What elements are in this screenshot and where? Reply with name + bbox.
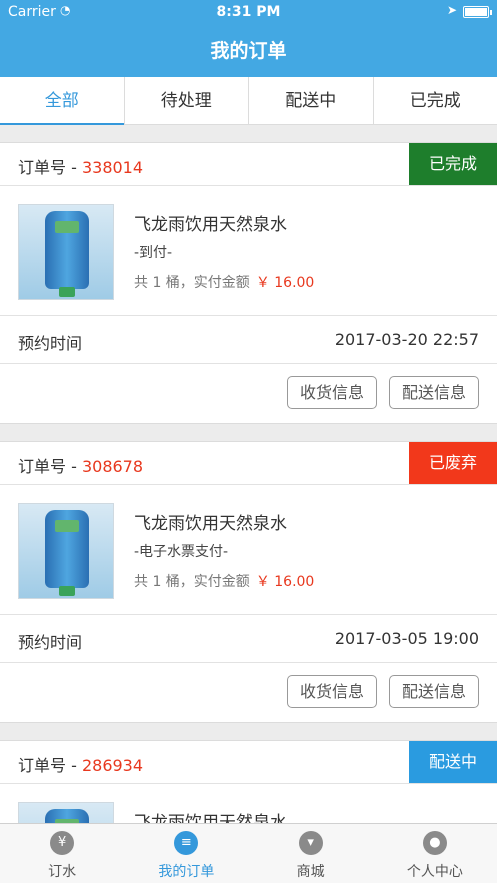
order-card: 订单号 - 338014 已完成 飞龙雨饮用天然泉水 -到付- 共 1 桶，实付… <box>0 142 497 424</box>
order-header: 订单号 - 308678 已废弃 <box>0 442 497 485</box>
tabbar-label: 订水 <box>48 864 77 880</box>
water-bottle-icon <box>45 211 89 297</box>
order-number: 338014 <box>81 158 144 177</box>
tab-completed[interactable]: 已完成 <box>374 77 497 124</box>
delivery-info-button[interactable]: 配送信息 <box>388 376 479 409</box>
order-header: 订单号 - 286934 配送中 <box>0 741 497 784</box>
receive-info-button[interactable]: 收货信息 <box>286 675 377 708</box>
tab-delivering[interactable]: 配送中 <box>249 77 374 124</box>
order-card: 订单号 - 286934 配送中 飞龙雨饮用天然泉水 <box>0 740 497 823</box>
appointment-row: 预约时间 2017-03-05 19:00 <box>0 615 497 663</box>
water-bottle-icon <box>45 809 89 823</box>
tab-all[interactable]: 全部 <box>0 77 125 125</box>
order-actions: 收货信息 配送信息 <box>0 663 497 722</box>
order-number-label: 订单号 - 286934 <box>18 756 144 775</box>
app-header: Carrier ◔ 8:31 PM ➤ 我的订单 <box>0 0 497 77</box>
order-price: ￥ 16.00 <box>255 275 315 291</box>
bottom-tab-bar: ¥ 订水 ≡ 我的订单 ▾ 商城 ● 个人中心 <box>0 823 497 883</box>
tabbar-my-orders[interactable]: ≡ 我的订单 <box>124 824 248 883</box>
order-header: 订单号 - 338014 已完成 <box>0 143 497 186</box>
tab-pending[interactable]: 待处理 <box>125 77 249 124</box>
yen-icon: ¥ <box>50 831 75 855</box>
payment-method: -电子水票支付- <box>134 544 229 560</box>
product-row[interactable]: 飞龙雨饮用天然泉水 -到付- 共 1 桶，实付金额 ￥ 16.00 <box>0 186 497 316</box>
order-summary: 共 1 桶，实付金额 ￥ 16.00 <box>134 574 315 590</box>
product-row[interactable]: 飞龙雨饮用天然泉水 <box>0 784 497 823</box>
user-icon: ● <box>422 831 447 855</box>
product-row[interactable]: 飞龙雨饮用天然泉水 -电子水票支付- 共 1 桶，实付金额 ￥ 16.00 <box>0 485 497 615</box>
order-card: 订单号 - 308678 已废弃 飞龙雨饮用天然泉水 -电子水票支付- 共 1 … <box>0 441 497 723</box>
product-name: 飞龙雨饮用天然泉水 <box>134 215 287 235</box>
appointment-time: 2017-03-20 22:57 <box>334 330 479 349</box>
status-bar: Carrier ◔ 8:31 PM ➤ <box>0 0 497 24</box>
product-name: 飞龙雨饮用天然泉水 <box>134 813 287 823</box>
order-number-label: 订单号 - 338014 <box>18 158 144 177</box>
order-tabs: 全部 待处理 配送中 已完成 <box>0 77 497 125</box>
appointment-label: 预约时间 <box>18 334 83 353</box>
delivery-info-button[interactable]: 配送信息 <box>388 675 479 708</box>
cart-icon: ▾ <box>298 831 323 855</box>
status-badge: 已完成 <box>409 143 497 185</box>
battery-icon <box>463 6 492 18</box>
order-actions: 收货信息 配送信息 <box>0 364 497 423</box>
order-price: ￥ 16.00 <box>255 574 315 590</box>
water-bottle-icon <box>45 510 89 596</box>
tabbar-order-water[interactable]: ¥ 订水 <box>0 824 124 883</box>
page-title: 我的订单 <box>210 40 287 62</box>
order-list-icon: ≡ <box>174 831 199 855</box>
appointment-time: 2017-03-05 19:00 <box>334 629 479 648</box>
status-time: 8:31 PM <box>216 4 281 20</box>
order-number: 286934 <box>81 756 144 775</box>
tabbar-mall[interactable]: ▾ 商城 <box>249 824 373 883</box>
status-badge: 配送中 <box>409 741 497 783</box>
order-number-label: 订单号 - 308678 <box>18 457 144 476</box>
location-icon: ➤ <box>446 3 457 17</box>
tabbar-profile[interactable]: ● 个人中心 <box>373 824 497 883</box>
product-image <box>18 503 114 599</box>
order-list[interactable]: 订单号 - 338014 已完成 飞龙雨饮用天然泉水 -到付- 共 1 桶，实付… <box>0 125 497 823</box>
product-image <box>18 204 114 300</box>
appointment-row: 预约时间 2017-03-20 22:57 <box>0 316 497 364</box>
tabbar-label: 我的订单 <box>158 864 215 880</box>
status-badge: 已废弃 <box>409 442 497 484</box>
appointment-label: 预约时间 <box>18 633 83 652</box>
product-image <box>18 802 114 823</box>
product-name: 飞龙雨饮用天然泉水 <box>134 514 287 534</box>
order-summary: 共 1 桶，实付金额 ￥ 16.00 <box>134 275 315 291</box>
payment-method: -到付- <box>134 245 173 261</box>
tabbar-label: 商城 <box>296 864 325 880</box>
tabbar-label: 个人中心 <box>406 864 463 880</box>
order-number: 308678 <box>81 457 144 476</box>
receive-info-button[interactable]: 收货信息 <box>286 376 377 409</box>
